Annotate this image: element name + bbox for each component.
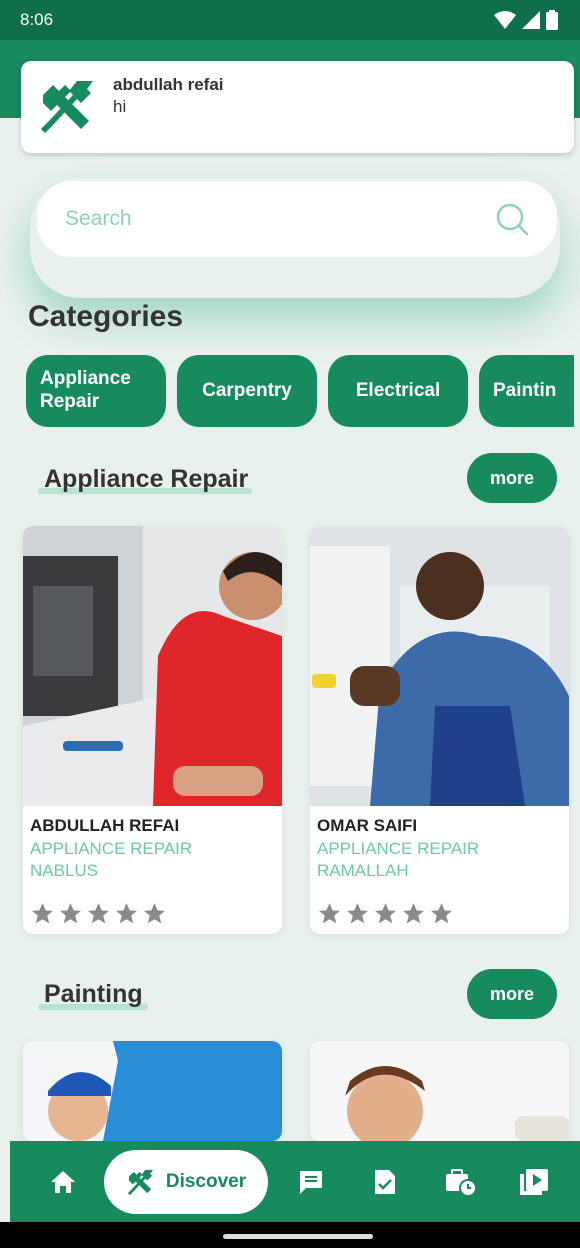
- star-icon: [403, 903, 424, 924]
- home-icon: [51, 1170, 75, 1193]
- star-icon: [60, 903, 81, 924]
- notification-title: abdullah refai: [113, 75, 224, 94]
- star-icon: [347, 903, 368, 924]
- home-gesture-handle[interactable]: [223, 1234, 373, 1239]
- provider-photo: [310, 1041, 569, 1141]
- provider-city: RAMALLAH: [317, 861, 409, 880]
- star-icon: [144, 903, 165, 924]
- search-icon[interactable]: [495, 202, 529, 236]
- star-icon: [116, 903, 137, 924]
- star-icon: [431, 903, 452, 924]
- section-title-appliance-repair: Appliance Repair: [44, 465, 249, 493]
- provider-card[interactable]: OMAR SAIFI APPLIANCE REPAIR RAMALLAH: [310, 526, 569, 934]
- chip-electrical[interactable]: Electrical: [328, 355, 468, 427]
- section-title-painting: Painting: [44, 980, 143, 1008]
- provider-photo: [23, 526, 282, 806]
- notification-body: hi: [113, 97, 127, 116]
- task-check-icon: [375, 1169, 395, 1194]
- more-button-appliance-repair[interactable]: more: [467, 453, 557, 503]
- battery-icon: [546, 10, 558, 30]
- status-time: 8:06: [20, 10, 54, 29]
- provider-photo: [310, 526, 569, 806]
- tools-icon: [127, 1169, 153, 1195]
- chat-icon: [300, 1170, 322, 1194]
- provider-city: NABLUS: [30, 861, 99, 880]
- briefcase-clock-icon: [446, 1168, 477, 1197]
- status-icons: [494, 10, 558, 30]
- more-button-painting[interactable]: more: [467, 969, 557, 1019]
- video-library-icon: [520, 1168, 548, 1195]
- status-bar: 8:06: [0, 0, 580, 40]
- star-icon: [88, 903, 109, 924]
- category-chips: Appliance Repair Carpentry Electrical Pa…: [26, 355, 574, 429]
- chip-appliance-repair[interactable]: Appliance Repair: [26, 355, 166, 427]
- chip-painting[interactable]: Paintin: [479, 355, 574, 427]
- nav-jobs[interactable]: [444, 1167, 478, 1197]
- provider-card[interactable]: [310, 1041, 569, 1141]
- signal-icon: [522, 11, 540, 29]
- nav-tasks[interactable]: [370, 1168, 400, 1196]
- star-icon: [319, 903, 340, 924]
- search-placeholder: Search: [65, 207, 132, 230]
- bottom-navigation: Discover: [10, 1141, 580, 1222]
- provider-category: APPLIANCE REPAIR: [317, 839, 480, 858]
- provider-name: ABDULLAH REFAI: [30, 816, 180, 835]
- star-icon: [375, 903, 396, 924]
- wifi-icon: [494, 11, 516, 29]
- nav-videos[interactable]: [518, 1168, 550, 1196]
- rating-stars: [317, 901, 562, 934]
- search-input[interactable]: Search: [37, 181, 557, 257]
- provider-card[interactable]: ABDULLAH REFAI APPLIANCE REPAIR NABLUS: [23, 526, 282, 934]
- provider-card[interactable]: [23, 1041, 282, 1141]
- notification-banner[interactable]: abdullah refai hi: [21, 61, 574, 153]
- nav-discover-label: Discover: [165, 1170, 247, 1192]
- nav-discover[interactable]: Discover: [104, 1149, 268, 1214]
- rating-stars: [30, 901, 275, 934]
- provider-name: OMAR SAIFI: [317, 816, 418, 835]
- categories-title: Categories: [28, 300, 184, 333]
- provider-photo: [23, 1041, 282, 1141]
- nav-messages[interactable]: [296, 1168, 326, 1196]
- star-icon: [32, 903, 53, 924]
- tools-icon: [41, 81, 93, 133]
- provider-category: APPLIANCE REPAIR: [30, 839, 193, 858]
- nav-home[interactable]: [38, 1169, 88, 1195]
- chip-carpentry[interactable]: Carpentry: [177, 355, 317, 427]
